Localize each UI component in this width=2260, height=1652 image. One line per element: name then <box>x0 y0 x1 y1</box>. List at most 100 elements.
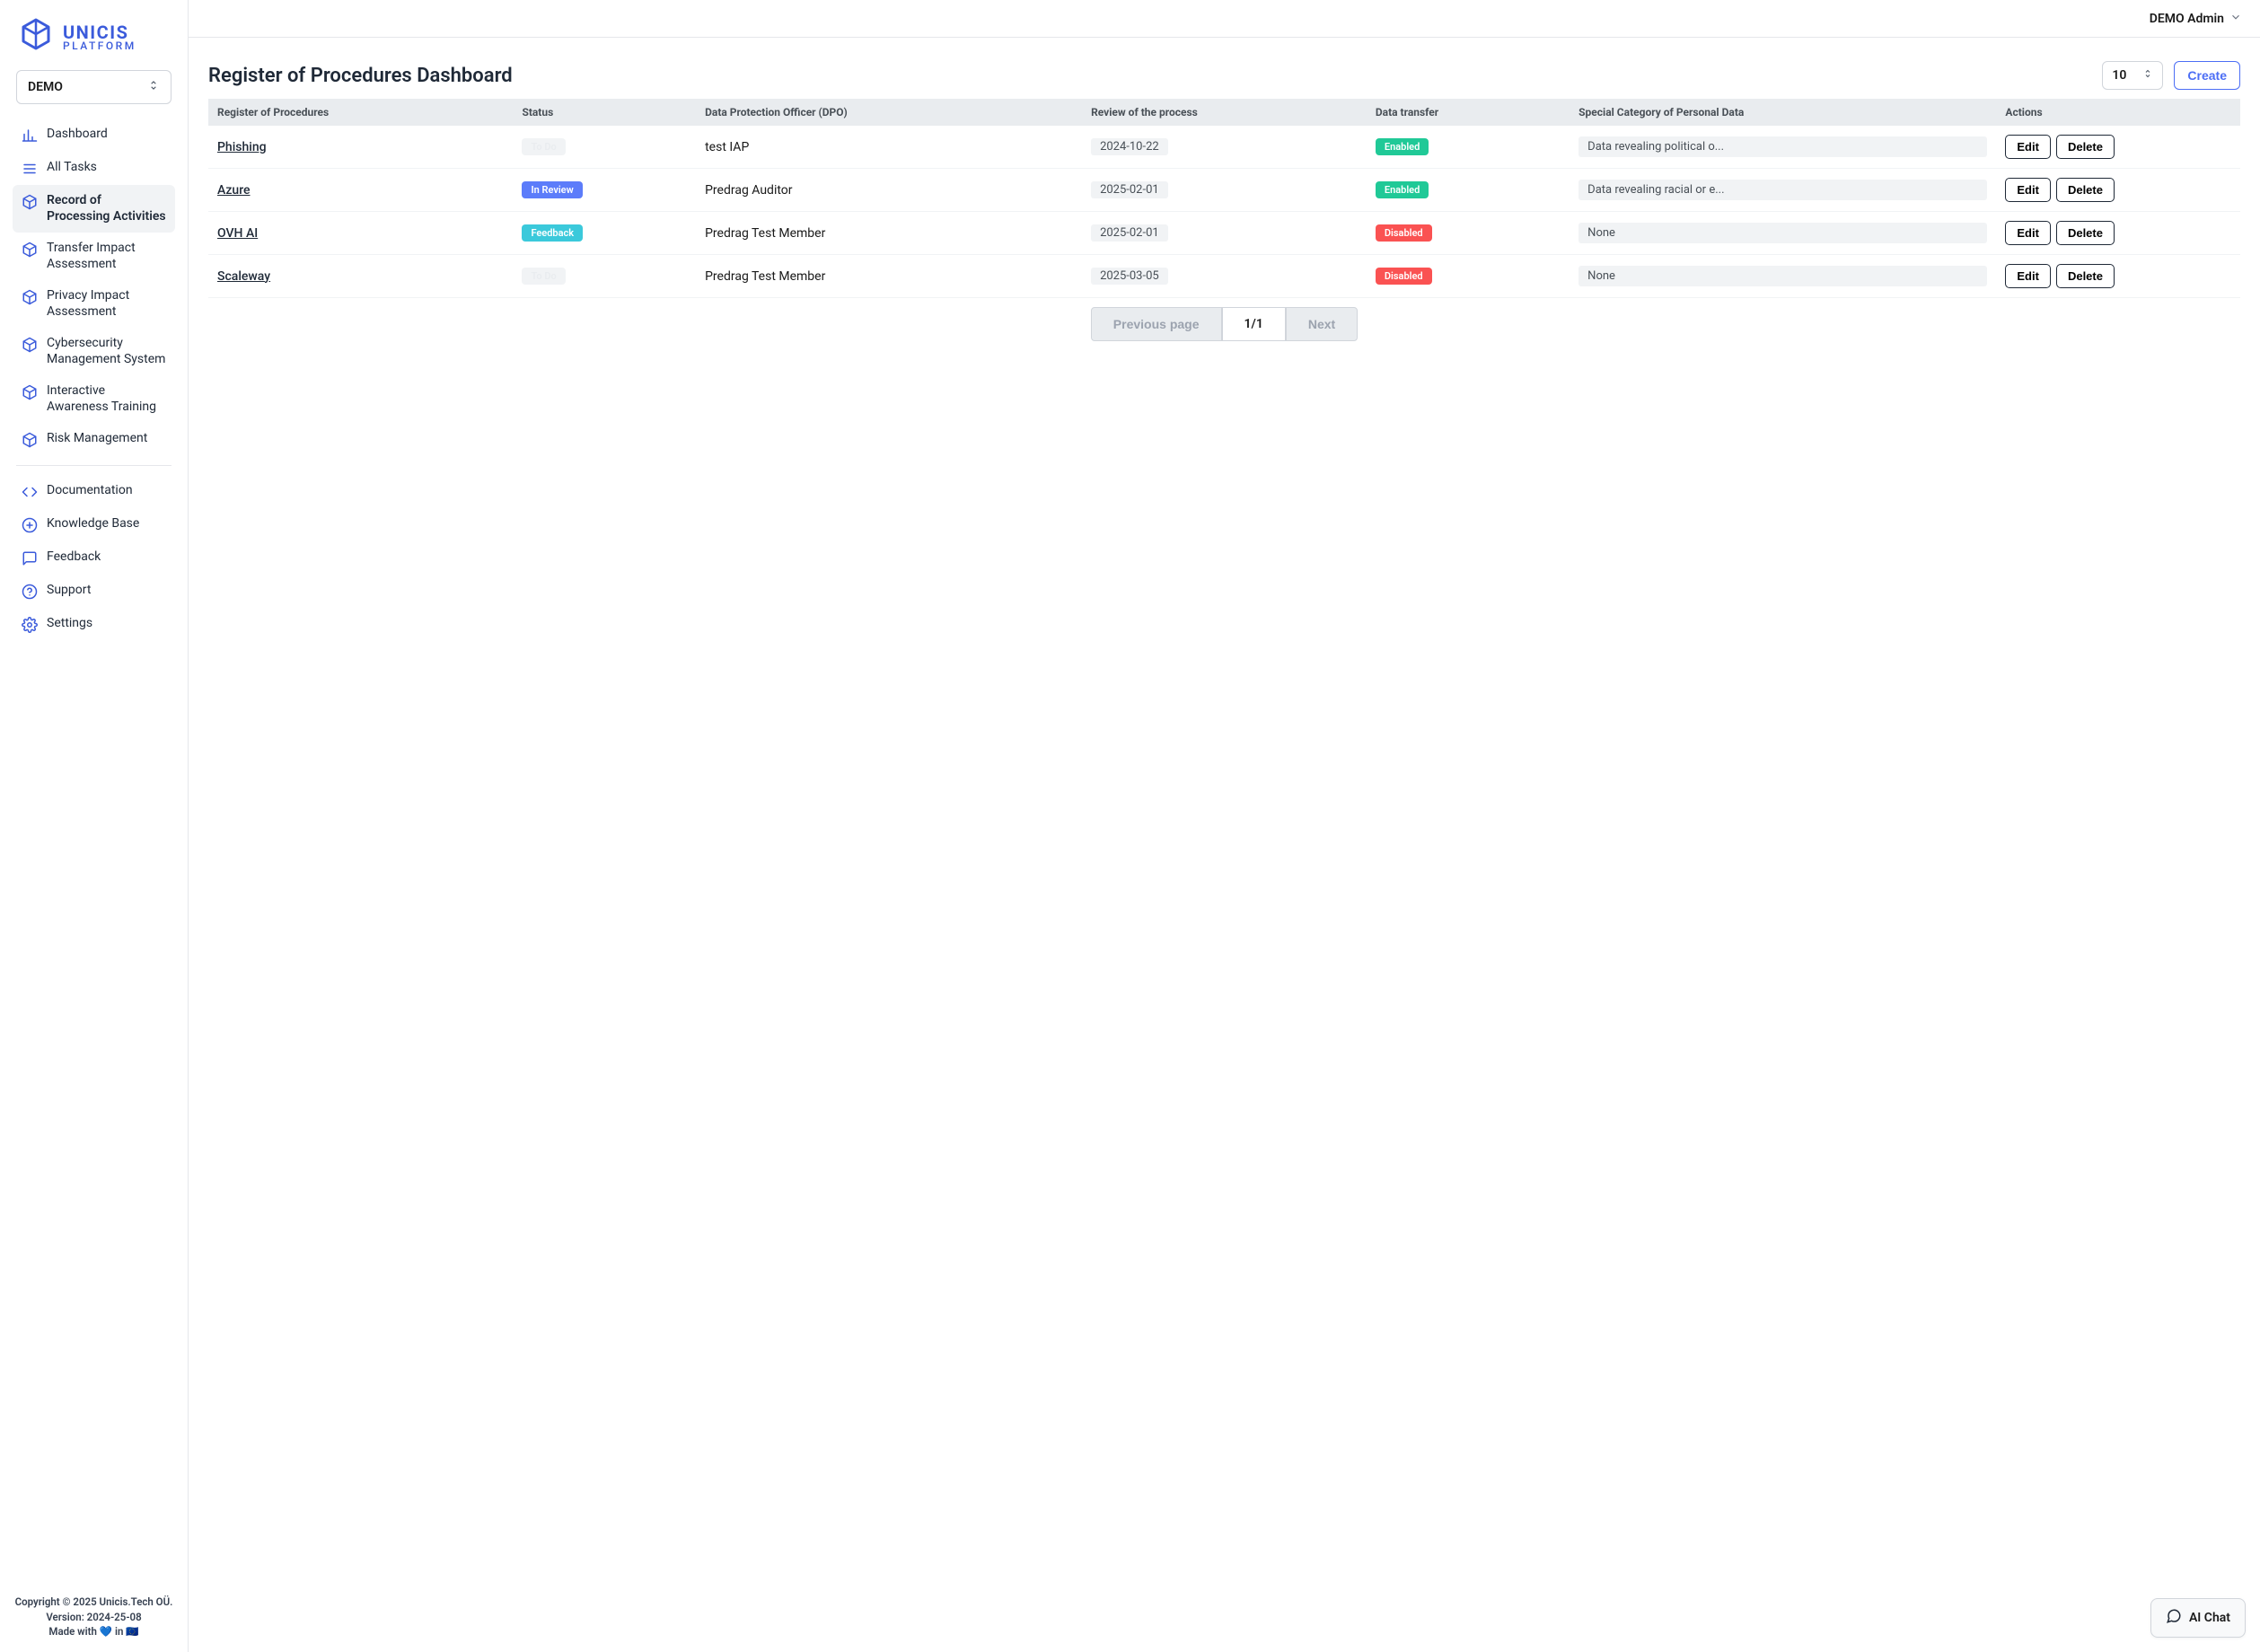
procedure-link[interactable]: Azure <box>217 183 251 198</box>
page-header: Register of Procedures Dashboard 10 Crea… <box>208 61 2240 90</box>
next-page-button[interactable]: Next <box>1286 307 1358 341</box>
sidebar-item-label: Dashboard <box>47 127 108 143</box>
special-category: Data revealing racial or e... <box>1578 180 1987 200</box>
tasks-icon <box>22 161 38 177</box>
sidebar-item-knowledge-base[interactable]: Knowledge Base <box>13 508 175 541</box>
topbar: DEMO Admin <box>189 0 2260 38</box>
cube-icon <box>22 289 38 305</box>
delete-button[interactable]: Delete <box>2056 178 2115 202</box>
column-header: Actions <box>1996 99 2240 126</box>
sidebar-item-documentation[interactable]: Documentation <box>13 475 175 508</box>
sidebar-item-record-of-processing-activities[interactable]: Record of Processing Activities <box>13 185 175 233</box>
column-header: Status <box>513 99 696 126</box>
sidebar-item-label: Documentation <box>47 483 133 499</box>
transfer-badge: Disabled <box>1376 268 1432 285</box>
logo[interactable]: UNICIS PLATFORM <box>0 0 188 70</box>
dpo-cell: Predrag Test Member <box>696 255 1082 298</box>
edit-button[interactable]: Edit <box>2005 221 2051 245</box>
cube-icon <box>22 337 38 353</box>
dpo-cell: test IAP <box>696 126 1082 169</box>
transfer-badge: Disabled <box>1376 224 1432 242</box>
sidebar-item-cybersecurity-management-system[interactable]: Cybersecurity Management System <box>13 328 175 375</box>
team-selector[interactable]: DEMO <box>16 70 171 104</box>
column-header: Register of Procedures <box>208 99 513 126</box>
sidebar-item-label: Transfer Impact Assessment <box>47 241 166 272</box>
sidebar-item-risk-management[interactable]: Risk Management <box>13 423 175 456</box>
pagination: Previous page 1/1 Next <box>208 307 2240 341</box>
kb-icon <box>22 517 38 533</box>
procedures-table: Register of ProceduresStatusData Protect… <box>208 99 2240 298</box>
footer-made-with: Made with 💙 in 🇪🇺 <box>9 1624 179 1639</box>
sidebar-item-feedback[interactable]: Feedback <box>13 541 175 575</box>
review-date: 2024-10-22 <box>1091 138 1168 155</box>
table-row: ScalewayTo DoPredrag Test Member2025-03-… <box>208 255 2240 298</box>
heart-icon: 💙 <box>100 1625 112 1638</box>
sidebar-item-label: Support <box>47 583 91 599</box>
nav-divider <box>16 465 171 466</box>
user-name: DEMO Admin <box>2150 12 2224 26</box>
edit-button[interactable]: Edit <box>2005 135 2051 159</box>
procedure-link[interactable]: Scaleway <box>217 269 270 284</box>
sidebar-item-label: Interactive Awareness Training <box>47 383 166 415</box>
special-category: None <box>1578 223 1987 243</box>
cube-icon <box>22 384 38 400</box>
page-size-value: 10 <box>2112 68 2126 83</box>
table-row: Azure In Review Predrag Auditor 2025-02-01 E… <box>208 169 2240 212</box>
code-icon <box>22 484 38 500</box>
flag-icon: 🇪🇺 <box>126 1625 138 1638</box>
chevron-updown-icon <box>2142 68 2153 83</box>
delete-button[interactable]: Delete <box>2056 264 2115 288</box>
edit-button[interactable]: Edit <box>2005 264 2051 288</box>
column-header: Data transfer <box>1367 99 1570 126</box>
table-row: OVH AIFeedbackPredrag Test Member2025-02… <box>208 212 2240 255</box>
sidebar-item-label: Cybersecurity Management System <box>47 336 166 367</box>
nav: Dashboard All TasksRecord of Processing A… <box>0 119 188 1589</box>
page-indicator: 1/1 <box>1222 307 1286 341</box>
logo-icon <box>18 18 54 57</box>
sidebar-item-label: Risk Management <box>47 431 147 447</box>
user-menu[interactable]: DEMO Admin <box>2150 11 2242 27</box>
sidebar-item-label: Privacy Impact Assessment <box>47 288 166 320</box>
table-row: PhishingTo Dotest IAP2024-10-22EnabledDa… <box>208 126 2240 169</box>
create-button[interactable]: Create <box>2174 61 2240 90</box>
sidebar-item-interactive-awareness-training[interactable]: Interactive Awareness Training <box>13 375 175 423</box>
feedback-icon <box>22 550 38 567</box>
prev-page-button[interactable]: Previous page <box>1091 307 1222 341</box>
sidebar-item-privacy-impact-assessment[interactable]: Privacy Impact Assessment <box>13 280 175 328</box>
sidebar-item-label: Settings <box>47 616 92 632</box>
procedure-link[interactable]: OVH AI <box>217 226 258 241</box>
page-title: Register of Procedures Dashboard <box>208 65 513 87</box>
sidebar-item-all-tasks[interactable]: All Tasks <box>13 152 175 185</box>
dpo-cell: Predrag Auditor <box>696 169 1082 212</box>
sidebar-item-settings[interactable]: Settings <box>13 608 175 641</box>
review-date: 2025-02-01 <box>1091 224 1168 242</box>
sidebar-item-label: Knowledge Base <box>47 516 139 532</box>
review-date: 2025-03-05 <box>1091 268 1168 285</box>
transfer-badge: Enabled <box>1376 181 1429 198</box>
chevron-updown-icon <box>147 79 160 95</box>
status-badge: In Review <box>522 181 582 198</box>
column-header: Data Protection Officer (DPO) <box>696 99 1082 126</box>
support-icon <box>22 584 38 600</box>
edit-button[interactable]: Edit <box>2005 178 2051 202</box>
sidebar-item-transfer-impact-assessment[interactable]: Transfer Impact Assessment <box>13 233 175 280</box>
chevron-down-icon <box>2229 11 2242 27</box>
footer-copyright: Copyright © 2025 Unicis.Tech OÜ. <box>9 1595 179 1610</box>
delete-button[interactable]: Delete <box>2056 221 2115 245</box>
sidebar-item-dashboard[interactable]: Dashboard <box>13 119 175 152</box>
dpo-cell: Predrag Test Member <box>696 212 1082 255</box>
column-header: Review of the process <box>1082 99 1367 126</box>
team-selector-label: DEMO <box>28 80 63 94</box>
settings-icon <box>22 617 38 633</box>
sidebar: UNICIS PLATFORM DEMO DashboardAll TasksR… <box>0 0 189 1652</box>
sidebar-item-support[interactable]: Support <box>13 575 175 608</box>
ai-chat-button[interactable]: AI Chat <box>2150 1598 2246 1638</box>
content: Register of Procedures Dashboard 10 Crea… <box>189 38 2260 1652</box>
review-date: 2025-02-01 <box>1091 181 1168 198</box>
header-actions: 10 Create <box>2102 61 2240 90</box>
procedure-link[interactable]: Phishing <box>217 140 267 154</box>
page-size-select[interactable]: 10 <box>2102 61 2163 90</box>
special-category: Data revealing political o... <box>1578 136 1987 157</box>
column-header: Special Category of Personal Data <box>1570 99 1996 126</box>
delete-button[interactable]: Delete <box>2056 135 2115 159</box>
